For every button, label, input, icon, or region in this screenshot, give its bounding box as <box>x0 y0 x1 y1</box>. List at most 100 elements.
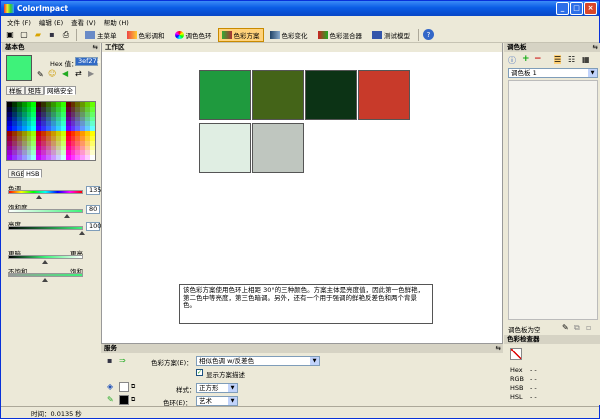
scheme-swatch-1[interactable] <box>199 70 251 120</box>
help-icon[interactable]: ? <box>423 29 434 40</box>
palette-list[interactable] <box>508 80 598 320</box>
saturation-input[interactable]: 80 <box>86 205 100 214</box>
web-safe-color-grid[interactable] <box>6 101 96 161</box>
eyedropper-icon[interactable]: ✎ <box>562 323 569 332</box>
remove-color-icon[interactable]: − <box>534 54 542 64</box>
brightness-slider[interactable] <box>8 226 83 230</box>
tab-samples[interactable]: 样板 <box>6 86 25 95</box>
hex-label: Hex 值： <box>50 60 78 68</box>
print-icon[interactable]: ⎙ <box>60 29 72 41</box>
add-color-icon[interactable]: + <box>522 54 530 64</box>
scheme-label: 色彩方案(E)： <box>151 359 193 367</box>
hex-input[interactable]: 3ef27a <box>75 57 101 66</box>
saturation-thumb[interactable] <box>64 214 70 218</box>
scheme-swatch-6[interactable] <box>252 123 304 173</box>
inspector-rgb-value: - - <box>530 375 537 383</box>
forward-arrow-icon[interactable]: ▶ <box>88 69 94 78</box>
tab-label: 色彩方案 <box>233 31 260 40</box>
toolbox-icon[interactable]: ▣ <box>4 29 16 41</box>
tab-hsb[interactable]: HSB <box>23 169 43 178</box>
show-description-checkbox[interactable]: ✓ <box>196 369 203 376</box>
pin-icon[interactable]: ⇆ <box>93 43 98 52</box>
fill-color-swatch[interactable] <box>119 382 129 392</box>
info-icon[interactable]: ⓘ <box>508 55 516 66</box>
menu-edit[interactable]: 编辑 (E) <box>35 17 67 27</box>
export-icon[interactable]: ⇒ <box>119 356 126 365</box>
panel-header: 工作区 <box>102 43 502 52</box>
save-icon[interactable]: ▪ <box>107 356 112 365</box>
style-label: 样式： <box>176 386 196 394</box>
menu-file[interactable]: 文件 (F) <box>3 17 35 27</box>
toolbar-divider <box>418 28 419 41</box>
grid-view-icon[interactable]: ▦ <box>582 55 590 64</box>
back-arrow-icon[interactable]: ◀ <box>62 69 68 78</box>
saturation-slider[interactable] <box>8 209 83 213</box>
swap-icon[interactable]: ⇄ <box>75 69 82 78</box>
hue-input[interactable]: 135 <box>86 186 101 195</box>
delete-icon[interactable]: ▫ <box>586 323 591 332</box>
tab-test-model[interactable]: 测试模型 <box>368 28 414 42</box>
menu-help[interactable]: 帮助 (H) <box>100 17 133 27</box>
paint-bucket-icon[interactable]: ◈ <box>107 382 113 391</box>
wheel-select[interactable]: 艺术 ▼ <box>196 396 238 406</box>
inspector-rgb-label: RGB <box>510 375 525 383</box>
saturation-adjust-slider[interactable] <box>8 273 83 277</box>
maximize-button[interactable]: □ <box>570 2 583 15</box>
toolbar: ▣ ▢ ▰ ▪ ⎙ 主菜单 色彩调和 调色色环 色彩方案 色彩变化 色彩混合器 … <box>1 27 599 43</box>
panel-header: 基本色 ⇆ <box>2 43 100 52</box>
scheme-swatch-4[interactable] <box>358 70 410 120</box>
tab-main-menu[interactable]: 主菜单 <box>81 28 121 42</box>
smiley-icon[interactable]: ☺ <box>48 69 56 78</box>
inspector-header: 色彩检查器 <box>504 335 600 344</box>
eyedropper-icon[interactable]: ✎ <box>37 70 44 79</box>
style-select[interactable]: 正方形 ▼ <box>196 383 238 393</box>
chevron-down-icon: ▼ <box>310 357 319 365</box>
pin-icon[interactable]: ⇆ <box>496 344 501 353</box>
list-view-icon[interactable]: ☰ <box>554 55 562 64</box>
inspector-hsl-value: - - <box>530 393 537 401</box>
open-folder-icon[interactable]: ▰ <box>32 29 44 41</box>
brightness-input[interactable]: 100 <box>86 222 101 231</box>
scheme-swatch-2[interactable] <box>252 70 304 120</box>
tab-variation[interactable]: 色彩变化 <box>266 28 312 42</box>
base-color-swatch[interactable] <box>6 55 32 81</box>
hue-thumb[interactable] <box>36 195 42 199</box>
palette-select[interactable]: 调色板 1 ▼ <box>508 68 598 78</box>
render-time: 时间：0.0135 秒 <box>31 410 82 418</box>
scheme-swatch-3[interactable] <box>305 70 357 120</box>
tab-label: 色彩变化 <box>281 31 308 40</box>
copy-small-icon[interactable]: ⧉ <box>131 383 135 391</box>
stroke-color-swatch[interactable] <box>119 395 129 405</box>
tab-label: 测试模型 <box>384 31 410 40</box>
tab-label: 色彩调和 <box>138 31 165 40</box>
tab-color-scheme[interactable]: 色彩方案 <box>217 27 264 42</box>
close-button[interactable]: × <box>584 2 597 15</box>
copy-icon[interactable]: ⧉ <box>574 323 580 333</box>
pencil-icon[interactable]: ✎ <box>107 395 114 404</box>
new-file-icon[interactable]: ▢ <box>18 29 30 41</box>
copy-small-icon[interactable]: ⧉ <box>131 396 135 404</box>
save-icon[interactable]: ▪ <box>46 29 58 41</box>
scheme-description: 该色彩方案使用色环上相距 30°的三种颜色。方案主体是亮度值，因此第一色鲜艳，第… <box>179 284 433 324</box>
home-icon <box>85 30 95 39</box>
darker-lighter-thumb[interactable] <box>42 260 48 264</box>
pin-icon[interactable]: ⇆ <box>593 43 598 52</box>
darker-lighter-slider[interactable] <box>8 255 83 259</box>
minimize-button[interactable]: _ <box>556 2 569 15</box>
scheme-swatch-5[interactable] <box>199 123 251 173</box>
tab-color-wheel[interactable]: 调色色环 <box>171 28 216 42</box>
brightness-thumb[interactable] <box>79 231 85 235</box>
saturation-adjust-thumb[interactable] <box>42 278 48 282</box>
tab-web-safe[interactable]: 网络安全 <box>44 86 76 95</box>
tab-harmony[interactable]: 色彩调和 <box>123 28 169 42</box>
web-safe-cell[interactable] <box>90 155 95 160</box>
style-select-value: 正方形 <box>199 384 219 392</box>
menu-view[interactable]: 查看 (V) <box>67 17 100 27</box>
tab-matrix[interactable]: 矩阵 <box>25 86 44 95</box>
hue-slider[interactable] <box>8 190 83 194</box>
tab-mixer[interactable]: 色彩混合器 <box>314 28 367 42</box>
detail-view-icon[interactable]: ☷ <box>568 55 575 64</box>
scheme-select[interactable]: 相似色调 w/反差色 ▼ <box>196 356 320 366</box>
scheme-select-value: 相似色调 w/反差色 <box>199 357 255 365</box>
color-wheel-icon <box>174 30 184 39</box>
